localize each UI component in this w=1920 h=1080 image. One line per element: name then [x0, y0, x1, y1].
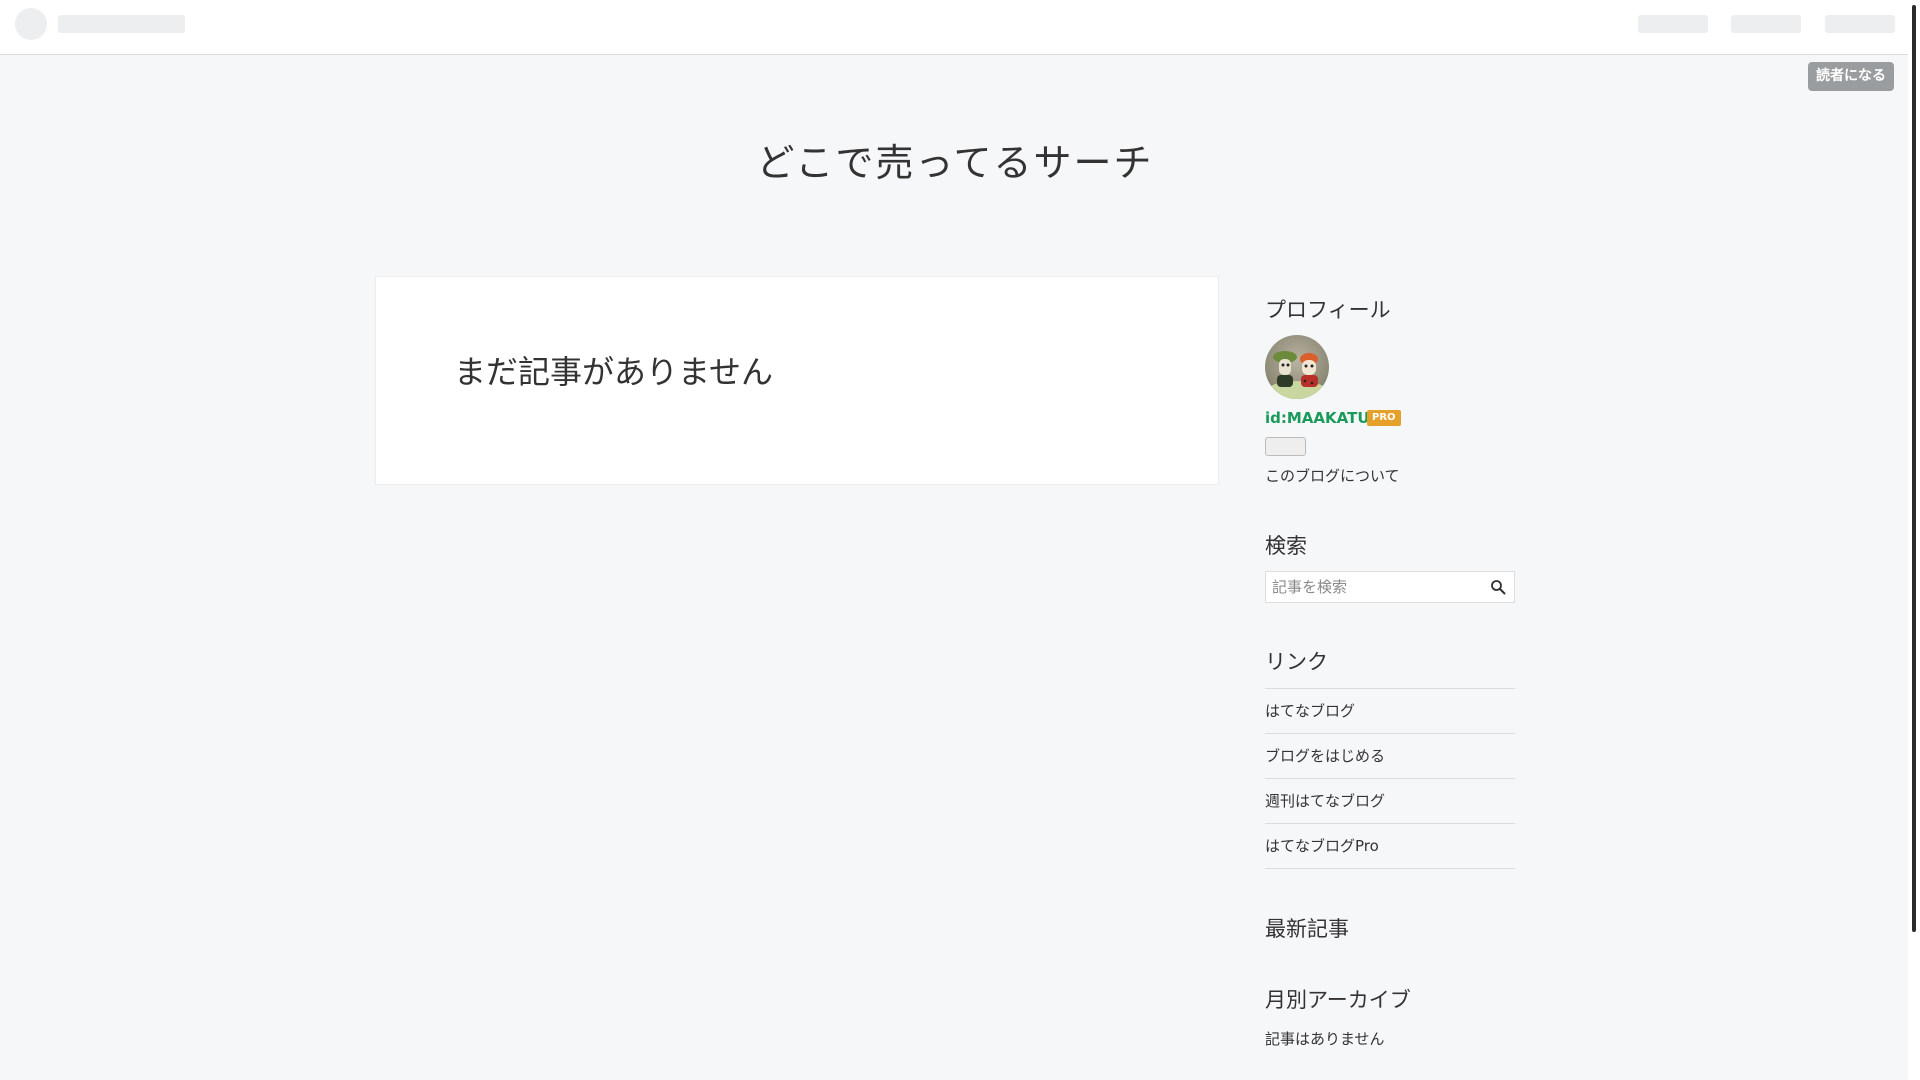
global-header [0, 0, 1908, 55]
header-menu-placeholder-1[interactable] [1638, 15, 1708, 33]
search-module-title: 検索 [1265, 534, 1307, 558]
links-module-title: リンク [1265, 650, 1328, 674]
link-hatena-blog[interactable]: はてなブログ [1265, 689, 1515, 734]
blog-title[interactable]: どこで売ってるサーチ [0, 132, 1910, 187]
link-weekly-hatena-blog[interactable]: 週刊はてなブログ [1265, 779, 1515, 824]
profile-avatar[interactable] [1265, 335, 1329, 399]
archive-module-title: 月別アーカイブ [1265, 988, 1411, 1012]
links-list: はてなブログ ブログをはじめる 週刊はてなブログ はてなブログPro [1265, 688, 1515, 869]
recent-entries-module-title: 最新記事 [1265, 917, 1349, 941]
scrollbar-thumb[interactable] [1912, 5, 1916, 932]
header-menu-placeholder-3[interactable] [1825, 15, 1895, 33]
archive-empty-message: 記事はありません [1265, 1030, 1385, 1048]
hatena-logo-placeholder[interactable] [15, 8, 47, 40]
link-start-blog[interactable]: ブログをはじめる [1265, 734, 1515, 779]
search-input[interactable] [1266, 572, 1481, 602]
link-hatena-blog-pro[interactable]: はてなブログPro [1265, 824, 1515, 869]
pro-badge: PRO [1367, 410, 1401, 426]
follow-button-placeholder[interactable] [1265, 437, 1306, 456]
about-blog-link[interactable]: このブログについて [1265, 465, 1400, 486]
header-title-placeholder [58, 15, 185, 33]
main-content-card: まだ記事がありません [375, 276, 1219, 485]
empty-entries-message: まだ記事がありません [454, 353, 774, 391]
profile-module-title: プロフィール [1265, 298, 1391, 322]
profile-user-id-link[interactable]: id:MAAKATU [1265, 409, 1370, 427]
search-form [1265, 571, 1515, 603]
search-icon[interactable] [1490, 579, 1506, 595]
header-menu-placeholder-2[interactable] [1731, 15, 1801, 33]
subscribe-button[interactable]: 読者になる [1808, 62, 1894, 91]
